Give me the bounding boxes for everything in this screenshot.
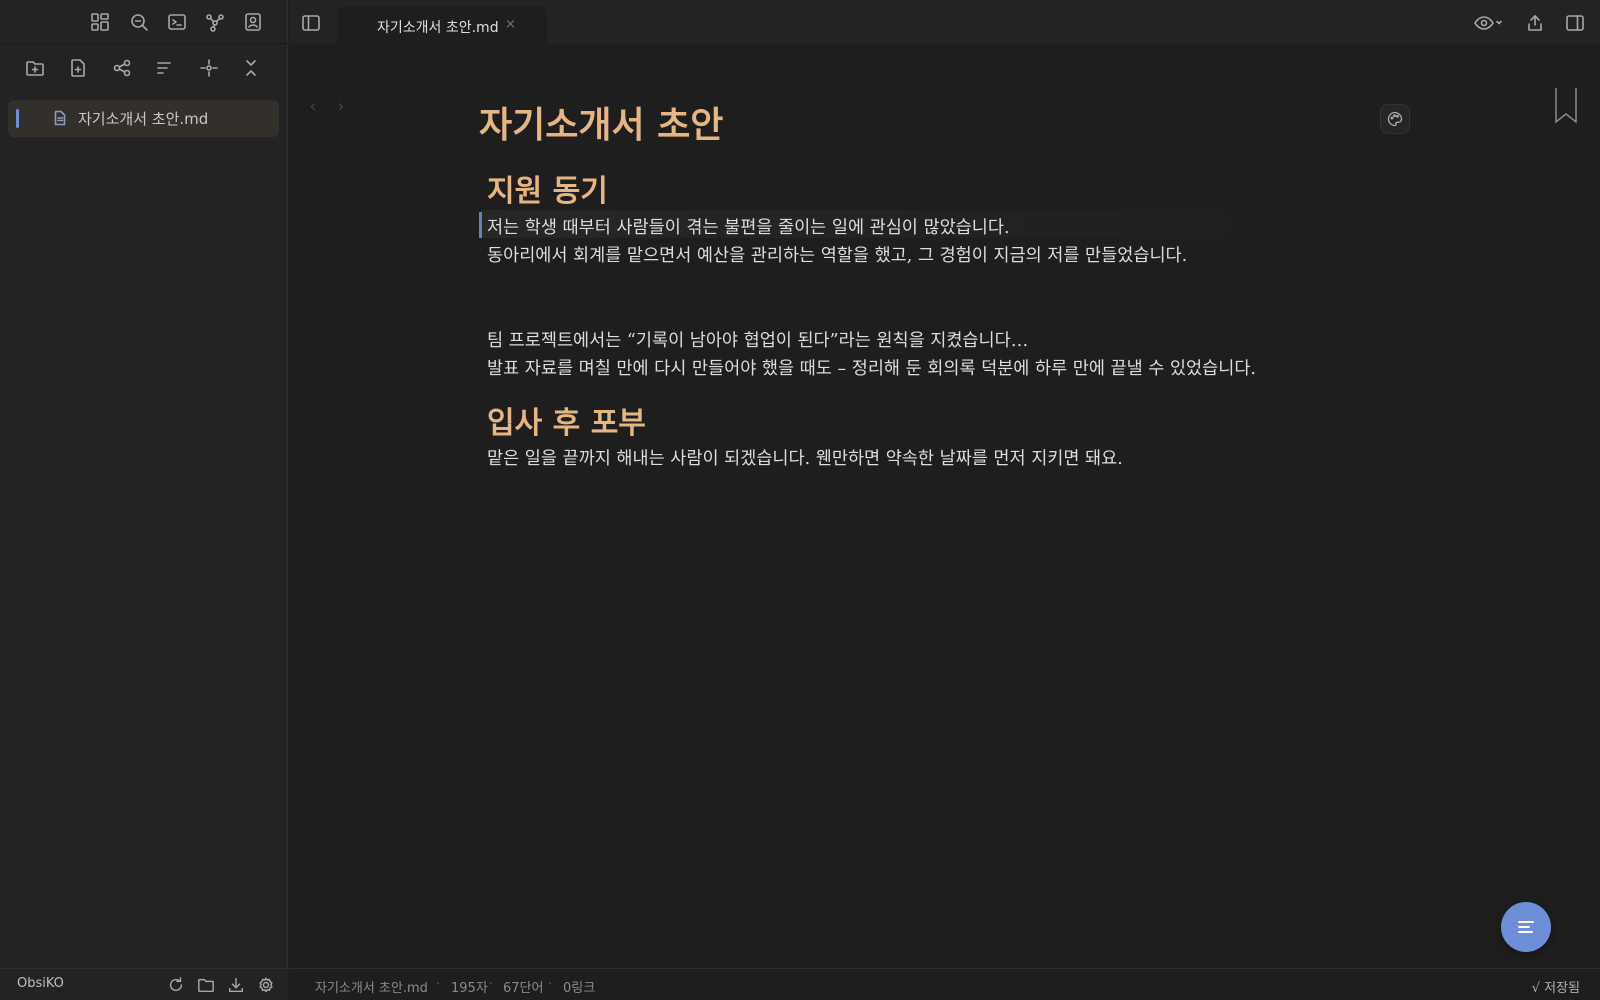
outline-button[interactable] — [1501, 902, 1551, 952]
status-bar: 자기소개서 초안.md · 195자 · 67단어 · 0링크 √ 저장됨 — [289, 968, 1600, 1000]
sidebar-footer: ObsiKO — [0, 968, 288, 1000]
nav-buttons: ‹ › — [299, 96, 355, 120]
status-word-count: 67단어 — [503, 981, 544, 996]
structure-icon[interactable] — [110, 56, 134, 80]
status-separator: · — [436, 977, 441, 992]
paragraph-line[interactable]: 팀 프로젝트에서는 “기록이 남아야 협업이 된다”라는 원칙을 지켰습니다… — [487, 327, 1028, 352]
document-title: 자기소개서 초안 — [479, 104, 724, 146]
status-saved: √ 저장됨 — [1531, 981, 1580, 996]
bookmark-icon[interactable] — [1554, 88, 1578, 128]
layout-grid-icon[interactable] — [88, 10, 112, 34]
tab-title: 자기소개서 초안.md — [377, 20, 499, 36]
status-separator: · — [489, 977, 494, 992]
nav-forward-button[interactable]: › — [327, 96, 355, 117]
tab-active-note[interactable]: 자기소개서 초안.md × — [337, 6, 547, 44]
share-icon[interactable] — [1523, 11, 1547, 35]
paragraph-line[interactable]: 저는 학생 때부터 사람들이 겪는 불편을 줄이는 일에 관심이 많았습니다. — [487, 214, 1010, 239]
sort-icon[interactable] — [152, 56, 176, 80]
tab-close-button[interactable]: × — [505, 17, 516, 32]
section-heading: 입사 후 포부 — [487, 406, 646, 441]
refresh-icon[interactable] — [165, 974, 187, 996]
palette-icon[interactable] — [1380, 104, 1410, 134]
document-icon — [50, 108, 70, 128]
vault-name[interactable]: ObsiKO — [17, 976, 64, 991]
new-folder-icon[interactable] — [23, 56, 47, 80]
settings-icon[interactable] — [255, 974, 277, 996]
contacts-icon[interactable] — [241, 10, 265, 34]
folder-icon[interactable] — [195, 974, 217, 996]
status-separator: · — [548, 977, 553, 992]
editor-view[interactable]: ‹ › 자기소개서 초안 지원 동기 저는 학생 때부터 사람들이 겪는 불편을 … — [289, 44, 1600, 968]
status-char-count: 195자 — [451, 981, 488, 996]
eye-icon[interactable] — [1471, 11, 1507, 35]
file-tree-item[interactable]: 자기소개서 초안.md — [8, 100, 279, 137]
text-cursor — [479, 212, 482, 238]
sidebar-toggle-icon[interactable] — [299, 11, 323, 35]
file-tree-item-label: 자기소개서 초안.md — [78, 110, 209, 128]
paragraph-line[interactable]: 발표 자료를 며칠 만에 다시 만들어야 했을 때도 – 정리해 둔 회의록 덕… — [487, 355, 1256, 380]
active-indicator — [16, 109, 19, 128]
paragraph-line[interactable]: 맡은 일을 끝까지 해내는 사람이 되겠습니다. 웬만하면 약속한 날짜를 먼저… — [487, 445, 1123, 470]
file-explorer-toolbar — [0, 52, 288, 84]
terminal-icon[interactable] — [165, 10, 189, 34]
download-icon[interactable] — [225, 974, 247, 996]
app-window: 자기소개서 초안.md ObsiKO 자기소개서 초안.md × ‹ › 자기소… — [0, 0, 1600, 1000]
locate-icon[interactable] — [197, 56, 221, 80]
paragraph-line[interactable]: 동아리에서 회계를 맡으면서 예산을 관리하는 역할을 했고, 그 경험이 지금… — [487, 242, 1187, 267]
status-filename: 자기소개서 초안.md — [315, 981, 428, 996]
status-link-count: 0링크 — [563, 981, 596, 996]
collapse-icon[interactable] — [239, 56, 263, 80]
new-note-icon[interactable] — [66, 56, 90, 80]
nav-back-button[interactable]: ‹ — [299, 96, 327, 117]
right-panel-icon[interactable] — [1563, 11, 1587, 35]
section-heading: 지원 동기 — [487, 174, 608, 209]
tab-bar: 자기소개서 초안.md × — [289, 0, 1600, 44]
file-explorer-sidebar: 자기소개서 초안.md ObsiKO — [0, 0, 288, 1000]
search-icon[interactable] — [127, 10, 151, 34]
graph-icon[interactable] — [203, 10, 227, 34]
main-pane: 자기소개서 초안.md × ‹ › 자기소개서 초안 지원 동기 저는 학생 때… — [289, 0, 1600, 1000]
sidebar-ribbon — [0, 0, 288, 44]
outline-icon — [1518, 921, 1534, 933]
